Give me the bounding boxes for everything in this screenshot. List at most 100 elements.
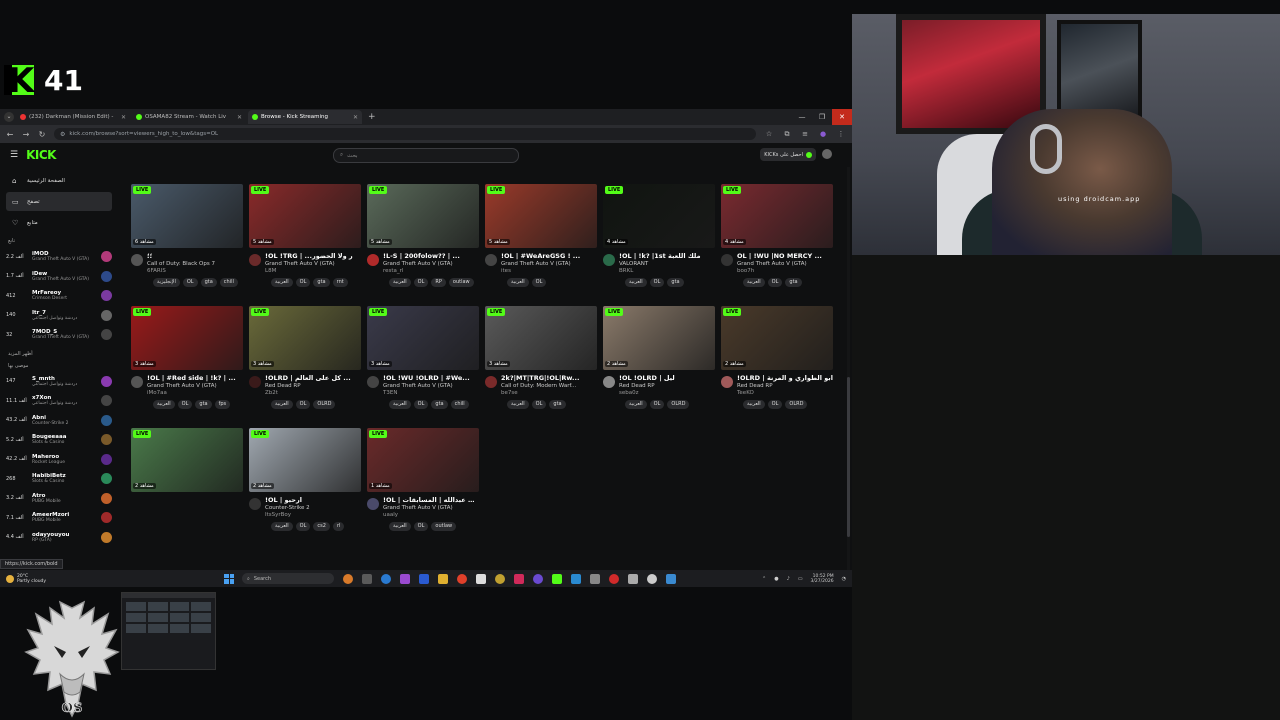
stream-tag[interactable]: cs2 [313,522,330,531]
browser-tab[interactable]: Browse - Kick Streaming ✕ [248,110,362,124]
kick-app-icon[interactable] [552,573,562,584]
browser-tab[interactable]: (232) Darkman (Mission Edit) - ✕ [16,110,130,124]
sidebar-channel[interactable]: 4.4 ألف odayyouyou RP (GTA) [6,528,112,548]
stream-tag[interactable]: OL [649,400,665,409]
settings-icon[interactable] [647,573,657,584]
stream-tag[interactable]: OL [531,400,547,409]
stream-tag[interactable]: OL [295,522,311,531]
stream-card[interactable]: LIVE 3 مشاهد !OL | #Red side | !k? | ...… [131,306,243,409]
get-kicks-button[interactable]: KICKs احصل على [760,148,816,161]
new-tab-button[interactable]: + [364,112,380,122]
stream-card[interactable]: LIVE 3 مشاهد !OLRD | كل على العالم ... R… [249,306,361,409]
sidebar-channel[interactable]: 43.2 ألف Abni Counter-Strike 2 [6,411,112,431]
stream-title[interactable]: !OL | #WeAreGSG ! ... [501,252,597,260]
taskbar-app-icon[interactable] [419,573,429,584]
sidebar-nav-item[interactable]: ♡ متابع [6,213,112,232]
stream-thumbnail[interactable]: LIVE 1 مشاهد [367,428,479,492]
taskbar-app-icon[interactable] [666,573,676,584]
streamer-name[interactable]: be7se [501,390,597,396]
obs-icon[interactable] [609,573,619,584]
stream-thumbnail[interactable]: LIVE 3 مشاهد [485,306,597,370]
stream-tag[interactable]: rl [332,522,345,531]
stream-tag[interactable]: gta [313,278,330,287]
stream-tag[interactable]: RP [431,278,446,287]
taskbar-window-preview[interactable] [121,592,216,670]
streamer-avatar[interactable] [603,376,615,388]
reload-icon[interactable]: ↻ [38,130,46,139]
streamer-avatar[interactable] [485,376,497,388]
stream-card[interactable]: LIVE 2 مشاهد !OL !OLRD | ليل Red Dead RP… [603,306,715,409]
stream-title[interactable]: !OLRD | كل على العالم ... [265,374,361,382]
taskbar-app-icon[interactable] [628,573,638,584]
stream-tag[interactable]: outlaw [431,522,457,531]
streamer-name[interactable]: ites [501,268,597,274]
stream-category[interactable]: Call of Duty: Black Ops 7 [147,261,243,267]
sidebar-nav-item[interactable]: ⌂ الصفحة الرئيسية [6,171,112,190]
show-more-link[interactable]: أظهر المزيد [8,351,112,357]
stream-thumbnail[interactable]: LIVE 3 مشاهد [131,306,243,370]
streamer-avatar[interactable] [721,254,733,266]
stream-title[interactable]: 2k?|MT|TRG|!OL|Rw... [501,374,597,382]
stream-tag[interactable]: OL [182,278,198,287]
stream-card[interactable]: LIVE 4 مشاهد !OL | !k? |1st ملك اللعبة V… [603,184,715,287]
stream-title[interactable]: !OL | #Red side | !k? | ... [147,374,243,382]
sidebar-channel[interactable]: 7.1 ألف AmeerMzori PUBG Mobile [6,508,112,528]
sidebar-channel[interactable]: 147 S_mnth دردشة وتواصل اجتماعي [6,372,112,392]
stream-tag[interactable]: العربية [389,278,411,287]
stream-title[interactable]: OL | !WU |NO MERCY ... [737,252,833,260]
stream-tag[interactable]: outlaw [448,278,474,287]
streamer-name[interactable]: BRKL [619,268,715,274]
streamer-avatar[interactable] [603,254,615,266]
stream-tag[interactable]: OLRD [313,400,336,409]
stream-title[interactable]: !OL | ارحبو [265,496,361,504]
taskbar-app-icon[interactable] [476,573,486,584]
streamer-avatar[interactable] [249,254,261,266]
stream-tag[interactable]: العربية [743,400,765,409]
user-avatar[interactable] [822,149,832,159]
streamer-avatar[interactable] [367,498,379,510]
taskbar-clock[interactable]: 10:52 PM 3/27/2026 [811,574,834,584]
stream-tag[interactable]: العربية [389,400,411,409]
stream-tag[interactable]: OL [295,278,311,287]
kick-logo[interactable]: KICK [26,148,56,162]
stream-category[interactable]: Red Dead RP [737,383,833,389]
streamer-avatar[interactable] [367,376,379,388]
taskbar-app-icon[interactable] [590,573,600,584]
stream-category[interactable]: Grand Theft Auto V (GTA) [501,261,597,267]
close-tab-icon[interactable]: ✕ [121,114,126,121]
scrollbar-thumb[interactable] [847,377,850,537]
stream-category[interactable]: VALORANT [619,261,715,267]
url-input[interactable]: ⚙ kick.com/browse?sort=viewers_high_to_l… [54,128,756,140]
stream-thumbnail[interactable]: LIVE 3 مشاهد [367,306,479,370]
site-info-icon[interactable]: ⚙ [60,131,65,138]
stream-tag[interactable]: العربية [743,278,765,287]
taskbar-app-icon[interactable] [495,573,505,584]
sidebar-channel[interactable]: 412 MrFareoy Crimson Desert [6,286,112,306]
stream-thumbnail[interactable]: LIVE 5 مشاهد [249,184,361,248]
stream-tag[interactable]: gta [195,400,212,409]
stream-card[interactable]: LIVE 2 مشاهد !OLRD | ابو الطواري و المرن… [721,306,833,409]
stream-card[interactable]: LIVE 2 مشاهد !OL | ارحبو Counter-Strike … [249,428,361,531]
stream-title[interactable]: ؛؛ [147,252,243,260]
stream-card[interactable]: LIVE 3 مشاهد !OL !WU !OLRD | #We... Gran… [367,306,479,409]
stream-category[interactable]: Red Dead RP [265,383,361,389]
stream-tag[interactable]: gta [431,400,448,409]
stream-category[interactable]: Red Dead RP [619,383,715,389]
stream-thumbnail[interactable]: LIVE 3 مشاهد [249,306,361,370]
close-tab-icon[interactable]: ✕ [353,114,358,121]
streamer-name[interactable]: 6FARIS [147,268,243,274]
streamer-avatar[interactable] [485,254,497,266]
stream-tag[interactable]: fps [214,400,231,409]
tray-chevron-icon[interactable]: ⌃ [762,576,766,582]
stream-title[interactable]: !L-S | 200folow?? | ... [383,252,479,260]
stream-thumbnail[interactable]: LIVE 2 مشاهد [721,306,833,370]
taskbar-app-icon[interactable] [571,573,581,584]
stream-tag[interactable]: gta [549,400,566,409]
stream-tag[interactable]: الإنجليزية [153,278,180,287]
stream-category[interactable]: Counter-Strike 2 [265,505,361,511]
stream-tag[interactable]: العربية [625,400,647,409]
downloads-icon[interactable]: ≡ [800,130,810,138]
streamer-avatar[interactable] [367,254,379,266]
stream-title[interactable]: !OL !WU !OLRD | #We... [383,374,479,382]
windows-start-icon[interactable] [224,573,234,584]
